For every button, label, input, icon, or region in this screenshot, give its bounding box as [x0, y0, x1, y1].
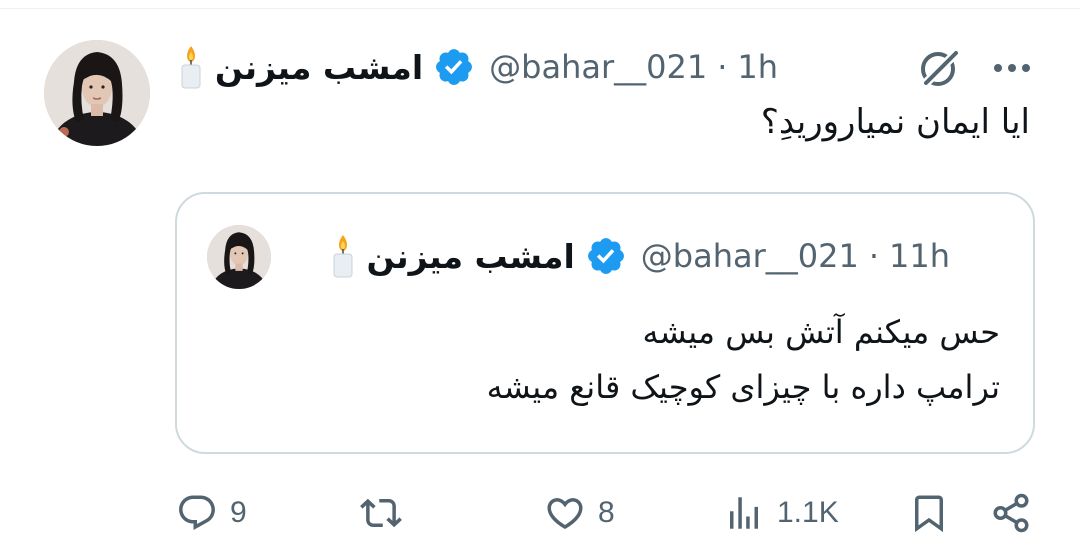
candle-emoji-icon	[327, 233, 359, 279]
reply-count: 9	[230, 496, 247, 529]
quoted-display-name: امشب میزنن	[366, 236, 575, 276]
display-name[interactable]: امشب میزنن	[215, 48, 423, 87]
like-icon	[547, 498, 583, 530]
user-handle[interactable]: @bahar__021	[489, 48, 707, 86]
quoted-tweet-header: امشب میزنن @bahar__021 · 11h	[327, 230, 950, 282]
views-count: 1.1K	[777, 496, 839, 529]
bookmark-button[interactable]	[908, 488, 950, 535]
top-divider	[0, 8, 1080, 9]
like-count: 8	[598, 496, 615, 529]
reply-icon	[179, 495, 215, 530]
quoted-avatar	[207, 225, 271, 289]
tweet-text: ایا ایمان نمیاروریدِ؟	[760, 102, 1030, 142]
quoted-text-line-1: حس میکنم آتش بس میشه	[642, 313, 1000, 351]
reply-button[interactable]: 9	[176, 488, 247, 535]
repost-button[interactable]	[360, 488, 414, 535]
repost-icon	[360, 498, 402, 528]
quoted-text-line-2: ترامپ داره با چیزای کوچیک قانع میشه	[486, 368, 1000, 406]
quoted-user-handle: @bahar__021	[640, 237, 859, 275]
candle-emoji-icon	[175, 44, 207, 90]
verified-badge-icon[interactable]	[433, 46, 475, 88]
timestamp[interactable]: 1h	[737, 48, 778, 86]
views-button[interactable]: 1.1K	[723, 488, 839, 535]
separator-dot: ·	[717, 48, 728, 86]
more-icon[interactable]	[990, 58, 1034, 78]
separator-dot: ·	[868, 237, 879, 275]
quoted-timestamp: 11h	[889, 237, 950, 275]
like-button[interactable]: 8	[544, 488, 615, 535]
avatar[interactable]	[44, 40, 150, 146]
share-button[interactable]	[990, 488, 1032, 535]
share-icon	[993, 493, 1029, 533]
quoted-tweet-text: حس میکنم آتش بس میشه ترامپ داره با چیزای…	[487, 305, 1000, 415]
bookmark-icon	[915, 495, 943, 533]
grok-icon[interactable]	[917, 46, 961, 90]
tweet-header: امشب میزنن @bahar__021 · 1h	[175, 42, 778, 92]
verified-badge-icon	[585, 235, 627, 277]
views-icon	[730, 497, 758, 529]
